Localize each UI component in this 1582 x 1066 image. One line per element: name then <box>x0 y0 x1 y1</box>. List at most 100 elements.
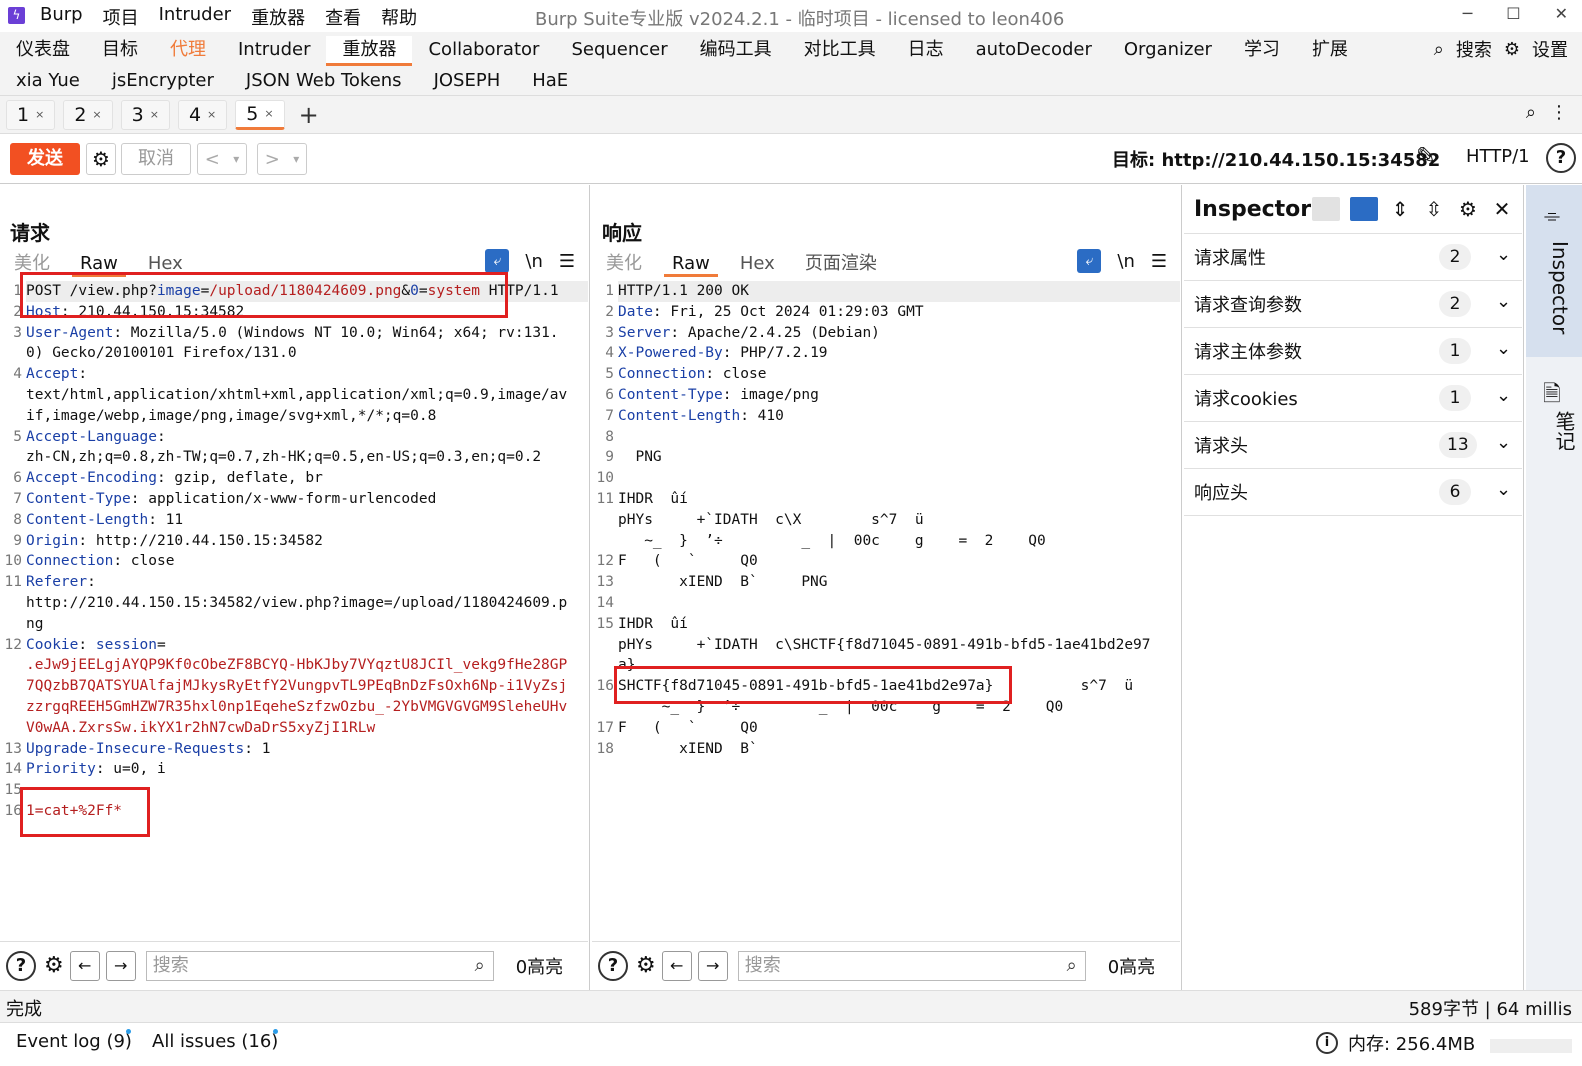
nav-extensions[interactable]: 扩展 <box>1296 36 1364 64</box>
repeater-tab-4[interactable]: 4 × <box>177 100 228 130</box>
help-icon[interactable]: ? <box>1546 143 1576 173</box>
close-tab-icon[interactable]: × <box>92 100 101 130</box>
nav-autodecoder[interactable]: autoDecoder <box>960 36 1108 64</box>
nav-sequencer[interactable]: Sequencer <box>555 36 683 64</box>
edit-target-pencil-icon[interactable]: ✎ <box>1416 142 1436 170</box>
nav-repeater[interactable]: 重放器 <box>326 36 413 66</box>
inspector-layout-left-icon[interactable] <box>1312 197 1340 221</box>
close-tab-icon[interactable]: × <box>150 100 159 130</box>
more-vertical-icon[interactable]: ⋮ <box>1550 102 1568 123</box>
inspector-section[interactable]: 请求属性 2 ⌄ <box>1184 233 1522 280</box>
request-editor[interactable]: 1 POST /view.php?image=/upload/1180424609… <box>0 281 588 941</box>
nav-proxy[interactable]: 代理 <box>154 36 222 64</box>
nav-jsencrypter[interactable]: jsEncrypter <box>96 67 230 95</box>
maximize-icon[interactable]: ☐ <box>1506 4 1520 23</box>
inspector-section[interactable]: 响应头 6 ⌄ <box>1184 468 1522 515</box>
nav-target[interactable]: 目标 <box>86 36 154 64</box>
inspector-section[interactable]: 请求头 13 ⌄ <box>1184 421 1522 468</box>
cancel-button[interactable]: 取消 <box>121 143 191 175</box>
response-search-bar: ? ⚙ ← → 搜索 ⌕ 0高亮 <box>592 941 1180 989</box>
inspector-layout-right-icon[interactable] <box>1350 197 1378 221</box>
response-tab-hex[interactable]: Hex <box>732 251 783 277</box>
menu-intruder[interactable]: Intruder <box>159 4 231 30</box>
menu-repeater[interactable]: 重放器 <box>251 4 305 30</box>
nav-search[interactable]: 搜索 <box>1456 36 1492 62</box>
collapse-all-icon[interactable]: ⇳ <box>1422 197 1446 221</box>
info-icon[interactable]: i <box>1316 1032 1338 1054</box>
chevron-down-icon[interactable]: ⌄ <box>1496 338 1511 359</box>
gear-icon[interactable]: ⚙ <box>1456 197 1480 221</box>
gear-icon[interactable]: ⚙ <box>1504 39 1520 60</box>
send-settings-gear-icon[interactable]: ⚙ <box>86 143 116 175</box>
notes-icon[interactable]: 🗎 <box>1543 377 1561 415</box>
chevron-down-icon[interactable]: ⌄ <box>1496 244 1511 265</box>
hamburger-menu-icon[interactable]: ☰ <box>1151 251 1167 272</box>
all-issues-link[interactable]: All issues (16) <box>152 1031 278 1052</box>
close-tab-icon[interactable]: × <box>207 100 216 130</box>
send-button[interactable]: 发送 <box>10 143 80 175</box>
response-tab-pretty[interactable]: 美化 <box>598 251 650 277</box>
arrow-left-icon[interactable]: ← <box>661 950 692 981</box>
nav-json-web-tokens[interactable]: JSON Web Tokens <box>230 67 418 95</box>
arrow-right-icon[interactable]: → <box>105 950 136 981</box>
nav-learn[interactable]: 学习 <box>1228 36 1296 64</box>
help-circle-icon[interactable]: ? <box>6 950 36 981</box>
chevron-down-icon[interactable]: ⌄ <box>1496 479 1511 500</box>
nav-organizer[interactable]: Organizer <box>1108 36 1228 64</box>
tab-search-icon[interactable]: ⌕ <box>1526 102 1536 123</box>
close-tab-icon[interactable]: × <box>264 99 273 129</box>
menu-burp[interactable]: Burp <box>40 4 83 30</box>
menu-project[interactable]: 项目 <box>103 4 139 30</box>
menu-help[interactable]: 帮助 <box>381 4 417 30</box>
nav-dashboard[interactable]: 仪表盘 <box>0 36 86 64</box>
repeater-tab-5[interactable]: 5 × <box>235 99 285 130</box>
nav-joseph[interactable]: JOSEPH <box>418 67 517 95</box>
notes-side-label[interactable]: 笔记 <box>1550 411 1579 451</box>
arrow-left-icon[interactable]: ← <box>69 950 100 981</box>
inspector-section[interactable]: 请求主体参数 1 ⌄ <box>1184 327 1522 374</box>
http-version-toggle[interactable]: HTTP/1 <box>1466 146 1530 167</box>
event-log-link[interactable]: Event log (9) <box>16 1031 132 1052</box>
help-circle-icon[interactable]: ? <box>598 950 628 981</box>
response-search-input[interactable]: 搜索 ⌕ <box>737 950 1086 981</box>
nav-decoder[interactable]: 编码工具 <box>684 36 788 64</box>
expand-all-icon[interactable]: ⇕ <box>1388 197 1412 221</box>
request-search-input[interactable]: 搜索 ⌕ <box>145 950 494 981</box>
nav-settings[interactable]: 设置 <box>1532 36 1568 62</box>
response-tab-raw[interactable]: Raw <box>664 251 718 277</box>
chevron-down-icon[interactable]: ⌄ <box>1496 432 1511 453</box>
nav-logger[interactable]: 日志 <box>892 36 960 64</box>
back-button[interactable]: < ▾ <box>197 143 247 175</box>
repeater-tab-1[interactable]: 1 × <box>6 100 56 130</box>
search-icon[interactable]: ⌕ <box>1434 39 1444 60</box>
arrow-right-icon[interactable]: → <box>697 950 728 981</box>
forward-button[interactable]: > ▾ <box>257 143 307 175</box>
close-window-icon[interactable]: ✕ <box>1555 4 1568 23</box>
nav-collaborator[interactable]: Collaborator <box>412 36 555 64</box>
chevron-down-icon[interactable]: ⌄ <box>1496 385 1511 406</box>
word-wrap-icon[interactable]: ⤶ <box>485 249 510 273</box>
nav-intruder[interactable]: Intruder <box>222 36 326 64</box>
gear-icon[interactable]: ⚙ <box>44 953 64 978</box>
chevron-down-icon[interactable]: ⌄ <box>1496 291 1511 312</box>
add-tab-icon[interactable]: + <box>293 100 325 130</box>
response-editor[interactable]: 1 HTTP/1.1 200 OK 2 Date: Fri, 25 Oct 2024 … <box>592 281 1180 941</box>
repeater-tab-2[interactable]: 2 × <box>63 100 113 130</box>
inspector-section[interactable]: 请求查询参数 2 ⌄ <box>1184 280 1522 327</box>
minimize-icon[interactable]: ─ <box>1463 4 1473 23</box>
menu-view[interactable]: 查看 <box>325 4 361 30</box>
newline-toggle-icon[interactable]: \n <box>525 251 542 272</box>
newline-toggle-icon[interactable]: \n <box>1117 251 1134 272</box>
nav-comparer[interactable]: 对比工具 <box>788 36 892 64</box>
close-tab-icon[interactable]: × <box>35 100 44 130</box>
nav-xia-yue[interactable]: xia Yue <box>0 67 96 95</box>
inspector-side-tab[interactable]: ⌯ Inspector <box>1526 185 1582 357</box>
close-icon[interactable]: ✕ <box>1490 197 1514 221</box>
response-tab-render[interactable]: 页面渲染 <box>797 251 885 277</box>
hamburger-menu-icon[interactable]: ☰ <box>559 251 575 272</box>
gear-icon[interactable]: ⚙ <box>636 953 656 978</box>
inspector-section[interactable]: 请求cookies 1 ⌄ <box>1184 374 1522 421</box>
word-wrap-icon[interactable]: ⤶ <box>1077 249 1102 273</box>
repeater-tab-3[interactable]: 3 × <box>120 100 170 130</box>
nav-hae[interactable]: HaE <box>516 67 584 95</box>
